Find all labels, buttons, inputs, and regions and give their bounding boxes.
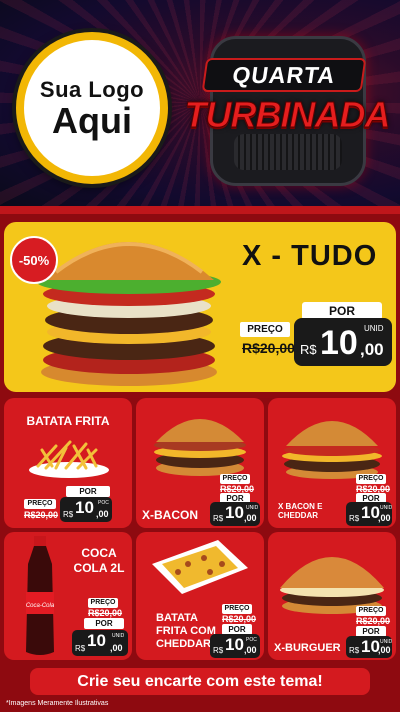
featured-title: X - TUDO bbox=[242, 240, 378, 272]
offer-price: R$ 10 UNID ,00 bbox=[346, 502, 392, 526]
price-currency: R$ bbox=[213, 646, 224, 655]
cheddar-fries-illustration bbox=[152, 540, 248, 594]
discount-badge: -50% bbox=[10, 236, 58, 284]
price-decimal: ,00 bbox=[378, 645, 391, 655]
price-decimal: ,00 bbox=[360, 340, 384, 359]
old-price: R$20,00 bbox=[222, 614, 257, 624]
offer-card: BATATA FRITA PREÇO R$20,00 POR R$ 10 POC… bbox=[4, 398, 132, 528]
por-label: POR bbox=[84, 618, 124, 629]
product-name: X BACON E CHEDDAR bbox=[278, 502, 323, 520]
bottle-brand: Coca-Cola bbox=[26, 603, 55, 609]
price-currency: R$ bbox=[349, 646, 360, 655]
speaker-grille bbox=[234, 134, 342, 170]
offer-price: R$ 10 UNID ,00 bbox=[210, 502, 260, 526]
disclaimer: *Imagens Meramente Ilustrativas bbox=[6, 700, 109, 707]
product-name: COCA COLA 2L bbox=[73, 546, 125, 575]
old-price: R$20,00 bbox=[24, 510, 59, 520]
price-currency: R$ bbox=[349, 514, 360, 523]
price-integer: 10 bbox=[87, 631, 106, 650]
offer-price: R$ 10 POC ,00 bbox=[60, 497, 112, 522]
product-name: X-BURGUER bbox=[274, 642, 341, 654]
por-label: POR bbox=[66, 486, 110, 497]
old-price: R$20,00 bbox=[242, 340, 295, 356]
logo-line2: Aqui bbox=[52, 100, 132, 141]
cta-banner[interactable]: Crie seu encarte com este tema! bbox=[30, 668, 370, 695]
promo-day: QUARTA bbox=[201, 58, 367, 92]
price-unit: UNID bbox=[364, 324, 384, 333]
soda-bottle-illustration: Coca-Cola bbox=[26, 536, 55, 655]
fries-illustration bbox=[29, 440, 109, 478]
old-price-label: PREÇO bbox=[220, 474, 250, 484]
old-price: R$20,00 bbox=[356, 616, 391, 626]
price-currency: R$ bbox=[213, 514, 224, 523]
price-decimal: ,00 bbox=[378, 513, 391, 523]
old-price: R$20,00 bbox=[88, 608, 123, 618]
offer-card: X BACON E CHEDDAR PREÇO R$20,00 POR R$ 1… bbox=[268, 398, 396, 528]
offer-card: X-BURGUER PREÇO R$20,00 POR R$ 10 UNID ,… bbox=[268, 532, 396, 660]
old-price-label: PREÇO bbox=[88, 598, 118, 608]
offer-card: X-BACON PREÇO R$20,00 POR R$ 10 UNID ,00 bbox=[136, 398, 264, 528]
burger-illustration bbox=[280, 557, 384, 614]
offer-card: Coca-Cola COCA COLA 2L PREÇO R$20,00 POR… bbox=[4, 532, 132, 660]
price-currency: R$ bbox=[75, 644, 86, 653]
price-unit: UNID bbox=[112, 633, 125, 639]
price-unit: UNID bbox=[246, 505, 259, 511]
price-currency: R$ bbox=[300, 342, 317, 357]
old-price-label: PREÇO bbox=[222, 604, 252, 614]
old-price-label: PREÇO bbox=[24, 499, 56, 509]
price-integer: 10 bbox=[225, 503, 244, 522]
offer-price: R$ 10 UNID ,00 bbox=[72, 630, 128, 656]
offer-price: R$ 10 UNID ,00 bbox=[346, 636, 392, 658]
price-integer: 10 bbox=[225, 635, 244, 654]
price-currency: R$ bbox=[63, 510, 74, 519]
promo-badge: QUARTA TURBINADA bbox=[184, 36, 391, 186]
old-price-block: PREÇO R$20,00 bbox=[240, 322, 295, 362]
promo-title: TURBINADA bbox=[184, 94, 391, 136]
offer-card: BATATA FRITA COM CHEDDAR PREÇO R$20,00 P… bbox=[136, 532, 264, 660]
burger-illustration bbox=[282, 421, 382, 479]
price-unit: POC bbox=[98, 500, 109, 506]
price-decimal: ,00 bbox=[110, 643, 123, 653]
old-price-label: PREÇO bbox=[240, 322, 290, 337]
price-unit: POC bbox=[246, 637, 257, 643]
price-integer: 10 bbox=[320, 324, 358, 362]
burger-illustration bbox=[154, 419, 246, 476]
old-price-label: PREÇO bbox=[356, 474, 386, 484]
price-unit: UNID bbox=[380, 505, 393, 511]
old-price-label: PREÇO bbox=[356, 606, 386, 616]
price-integer: 10 bbox=[75, 498, 94, 517]
offer-price: R$ 10 POC ,00 bbox=[210, 634, 260, 658]
price-decimal: ,00 bbox=[244, 645, 257, 655]
product-name: BATATA FRITA bbox=[26, 414, 110, 428]
logo-placeholder: Sua Logo Aqui bbox=[16, 32, 168, 184]
price-decimal: ,00 bbox=[244, 513, 257, 523]
price-decimal: ,00 bbox=[96, 509, 109, 519]
product-name: X-BACON bbox=[142, 508, 198, 522]
featured-price: R$ 10 UNID ,00 bbox=[294, 318, 392, 366]
header-divider bbox=[0, 206, 400, 214]
